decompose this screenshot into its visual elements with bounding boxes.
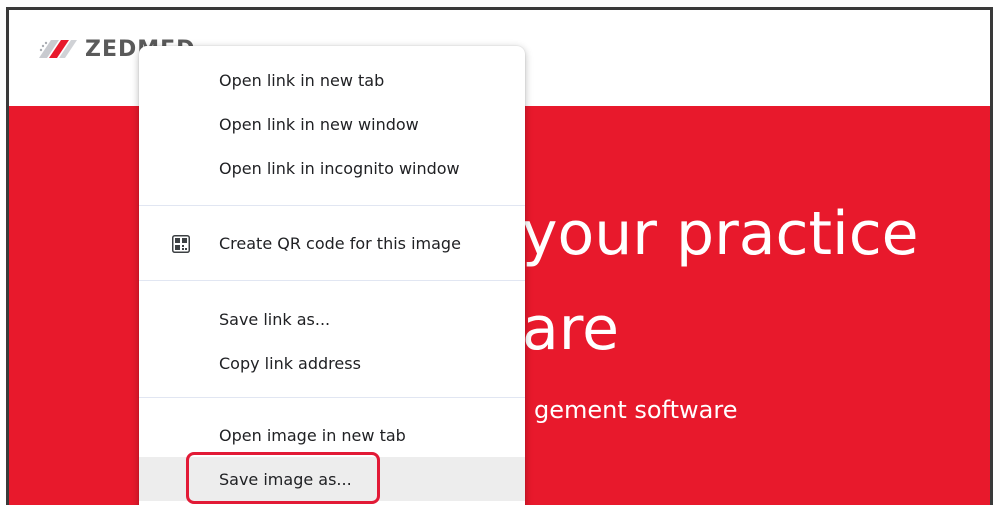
menu-item-copy-link-address[interactable]: Copy link address xyxy=(139,341,525,385)
menu-item-open-link-incognito[interactable]: Open link in incognito window xyxy=(139,146,525,190)
menu-item-label: Create QR code for this image xyxy=(219,233,461,253)
menu-separator xyxy=(139,205,525,206)
hero-subtitle: gement software xyxy=(534,396,738,424)
menu-separator xyxy=(139,397,525,398)
context-menu: Open link in new tab Open link in new wi… xyxy=(139,46,525,505)
menu-item-open-link-new-window[interactable]: Open link in new window xyxy=(139,102,525,146)
hero-title-line-2: are xyxy=(522,294,620,364)
menu-item-label: Open image in new tab xyxy=(219,425,406,445)
menu-item-label: Open link in new window xyxy=(219,114,419,134)
hero-title-line-1: your practice xyxy=(522,199,919,269)
menu-item-create-qr-code[interactable]: Create QR code for this image xyxy=(139,221,525,265)
menu-separator xyxy=(139,280,525,281)
menu-item-label: Open link in incognito window xyxy=(219,158,460,178)
menu-item-label: Save link as... xyxy=(219,309,331,329)
menu-item-open-link-new-tab[interactable]: Open link in new tab xyxy=(139,58,525,102)
qr-code-icon xyxy=(172,235,190,253)
menu-item-open-image-new-tab[interactable]: Open image in new tab xyxy=(139,413,525,457)
menu-item-save-link-as[interactable]: Save link as... xyxy=(139,297,525,341)
hero-partial-line: ... xyxy=(534,499,557,505)
logo-mark-icon xyxy=(39,40,77,58)
highlight-annotation-box xyxy=(186,452,380,504)
menu-item-label: Copy link address xyxy=(219,353,361,373)
menu-item-label: Open link in new tab xyxy=(219,70,385,90)
